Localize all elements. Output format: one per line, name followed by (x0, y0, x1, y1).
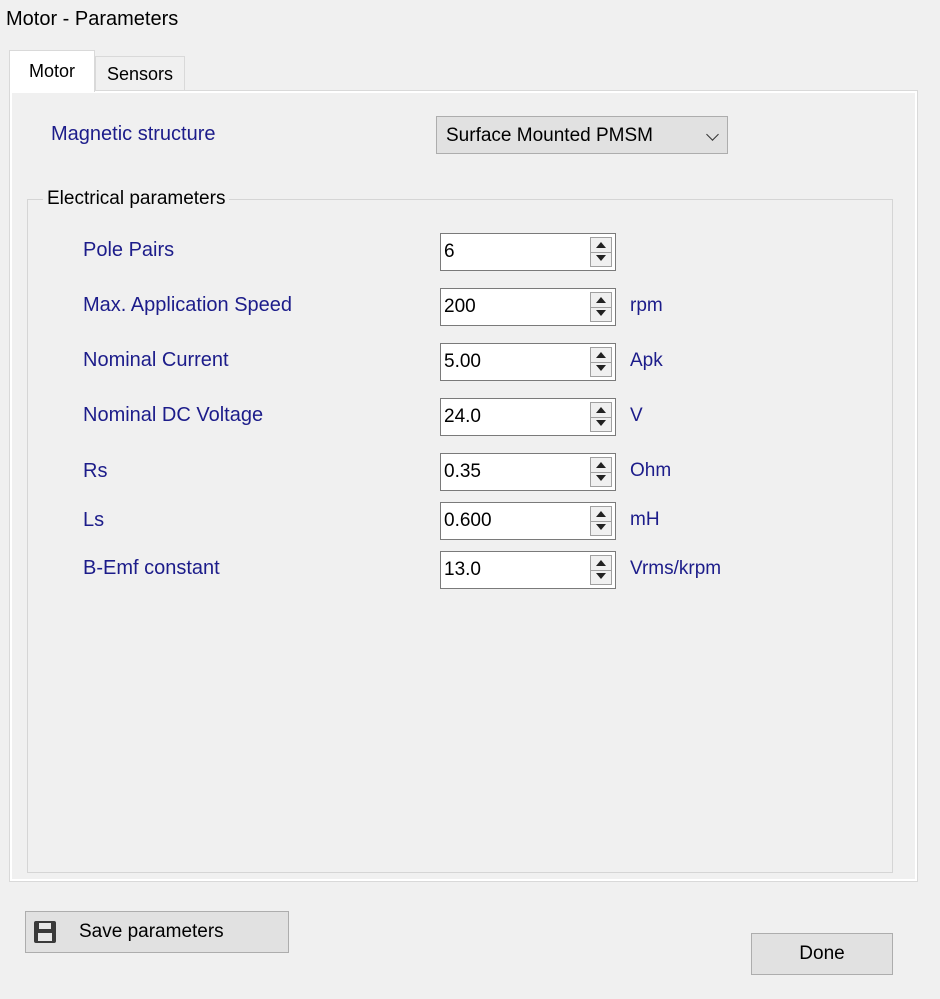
arrow-down-icon (596, 310, 606, 316)
nominal-current-stepper[interactable]: 5.00 (440, 343, 616, 381)
magnetic-structure-value: Surface Mounted PMSM (446, 125, 653, 146)
max-application-speed-unit: rpm (630, 295, 663, 316)
arrow-up-icon (596, 297, 606, 303)
arrow-up-icon (596, 560, 606, 566)
decrement-button[interactable] (591, 307, 611, 321)
nominal-dc-voltage-unit: V (630, 405, 643, 426)
arrow-up-icon (596, 242, 606, 248)
arrow-up-icon (596, 462, 606, 468)
nominal-dc-voltage-label: Nominal DC Voltage (83, 404, 264, 426)
motor-tab-panel: Magnetic structure Surface Mounted PMSM … (9, 90, 918, 882)
nominal-dc-voltage-stepper[interactable]: 24.0 (440, 398, 616, 436)
arrow-down-icon (596, 475, 606, 481)
arrow-down-icon (596, 255, 606, 261)
decrement-button[interactable] (591, 521, 611, 535)
pole-pairs-value: 6 (444, 241, 455, 262)
increment-button[interactable] (591, 293, 611, 308)
arrow-up-icon (596, 407, 606, 413)
floppy-disk-icon (34, 921, 56, 943)
decrement-button[interactable] (591, 570, 611, 584)
nominal-current-unit: Apk (630, 350, 663, 371)
decrement-button[interactable] (591, 417, 611, 431)
arrow-down-icon (596, 524, 606, 530)
stepper-buttons (590, 347, 612, 377)
stepper-buttons (590, 457, 612, 487)
save-parameters-button[interactable]: Save parameters (25, 911, 289, 953)
decrement-button[interactable] (591, 472, 611, 486)
increment-button[interactable] (591, 348, 611, 363)
save-parameters-label: Save parameters (79, 921, 224, 942)
increment-button[interactable] (591, 458, 611, 473)
tab-sensors[interactable]: Sensors (95, 56, 185, 90)
ls-value: 0.600 (444, 510, 492, 531)
arrow-up-icon (596, 511, 606, 517)
increment-button[interactable] (591, 507, 611, 522)
electrical-parameters-legend: Electrical parameters (43, 188, 230, 210)
max-application-speed-value: 200 (444, 296, 476, 317)
rs-value: 0.35 (444, 461, 481, 482)
done-label: Done (799, 943, 845, 964)
b-emf-constant-stepper[interactable]: 13.0 (440, 551, 616, 589)
pole-pairs-stepper[interactable]: 6 (440, 233, 616, 271)
stepper-buttons (590, 402, 612, 432)
chevron-down-icon (706, 128, 719, 141)
nominal-current-value: 5.00 (444, 351, 481, 372)
ls-label: Ls (83, 509, 105, 531)
decrement-button[interactable] (591, 362, 611, 376)
ls-unit: mH (630, 509, 660, 530)
increment-button[interactable] (591, 556, 611, 571)
ls-stepper[interactable]: 0.600 (440, 502, 616, 540)
rs-label: Rs (83, 460, 108, 482)
max-application-speed-label: Max. Application Speed (83, 294, 293, 316)
pole-pairs-label: Pole Pairs (83, 239, 175, 261)
done-button[interactable]: Done (751, 933, 893, 975)
arrow-down-icon (596, 420, 606, 426)
nominal-dc-voltage-value: 24.0 (444, 406, 481, 427)
arrow-up-icon (596, 352, 606, 358)
increment-button[interactable] (591, 238, 611, 253)
nominal-current-label: Nominal Current (83, 349, 229, 371)
stepper-buttons (590, 555, 612, 585)
b-emf-constant-label: B-Emf constant (83, 557, 220, 579)
magnetic-structure-label: Magnetic structure (51, 123, 216, 145)
panel-body: Magnetic structure Surface Mounted PMSM … (12, 93, 915, 879)
magnetic-structure-select[interactable]: Surface Mounted PMSM (436, 116, 728, 154)
b-emf-constant-unit: Vrms/krpm (630, 558, 722, 579)
tab-motor[interactable]: Motor (9, 50, 95, 92)
window-title: Motor - Parameters (6, 8, 179, 30)
rs-stepper[interactable]: 0.35 (440, 453, 616, 491)
decrement-button[interactable] (591, 252, 611, 266)
stepper-buttons (590, 237, 612, 267)
rs-unit: Ohm (630, 460, 672, 481)
b-emf-constant-value: 13.0 (444, 559, 481, 580)
arrow-down-icon (596, 573, 606, 579)
stepper-buttons (590, 506, 612, 536)
arrow-down-icon (596, 365, 606, 371)
max-application-speed-stepper[interactable]: 200 (440, 288, 616, 326)
increment-button[interactable] (591, 403, 611, 418)
stepper-buttons (590, 292, 612, 322)
